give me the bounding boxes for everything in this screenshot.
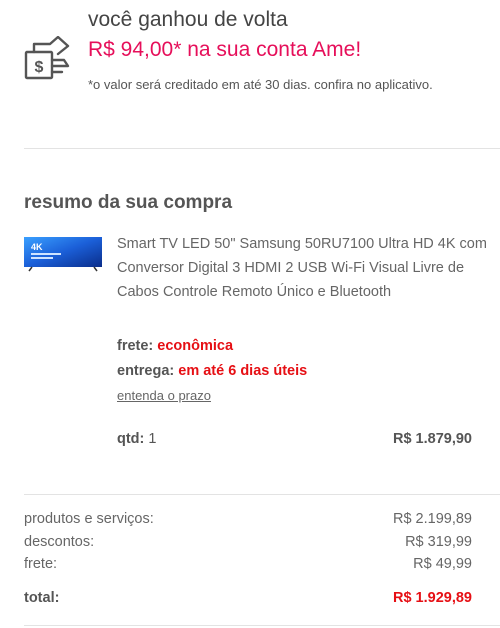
delivery-value: em até 6 dias úteis [178, 363, 308, 379]
quantity-label: qtd: [117, 431, 145, 447]
total-value: R$ 1.929,89 [392, 590, 472, 606]
freight-label: frete: [117, 338, 154, 354]
quantity-value: 1 [148, 431, 157, 447]
summary-title: resumo da sua compra [24, 192, 233, 213]
product-thumbnail[interactable]: 4K [22, 236, 104, 272]
discounts-row: descontos: R$ 319,99 [24, 534, 472, 554]
cashback-title: você ganhou de volta [88, 8, 288, 31]
divider [24, 494, 500, 495]
cashback-note: *o valor será creditado em até 30 dias. … [88, 77, 433, 92]
discounts-value: R$ 319,99 [405, 534, 472, 550]
hand-money-icon: $ [22, 35, 74, 84]
freight-row: frete: R$ 49,99 [24, 556, 472, 576]
freight-total-label: frete: [24, 556, 58, 572]
total-label: total: [24, 590, 60, 606]
freight-total-value: R$ 49,99 [413, 556, 472, 572]
svg-text:$: $ [35, 59, 44, 76]
freight-value: econômica [157, 338, 234, 354]
divider [24, 625, 500, 626]
subtotal-value: R$ 2.199,89 [392, 511, 472, 527]
thumbnail-label: 4K [31, 242, 43, 252]
quantity: qtd: 1 [117, 431, 156, 447]
cashback-amount: R$ 94,00* na sua conta Ame! [88, 38, 362, 61]
subtotal-label: produtos e serviços: [24, 511, 154, 527]
total-row: total: R$ 1.929,89 [24, 590, 472, 610]
product-name-link[interactable]: Smart TV LED 50" Samsung 50RU7100 Ultra … [117, 232, 487, 304]
subtotal-row: produtos e serviços: R$ 2.199,89 [24, 511, 472, 531]
divider [24, 148, 500, 149]
understand-deadline-link[interactable]: entenda o prazo [117, 388, 211, 403]
product-price: R$ 1.879,90 [392, 431, 472, 447]
delivery-label: entrega: [117, 363, 175, 379]
shipping-delivery: entrega: em até 6 dias úteis [117, 363, 307, 379]
discounts-label: descontos: [24, 534, 95, 550]
shipping-freight: frete: econômica [117, 338, 233, 354]
